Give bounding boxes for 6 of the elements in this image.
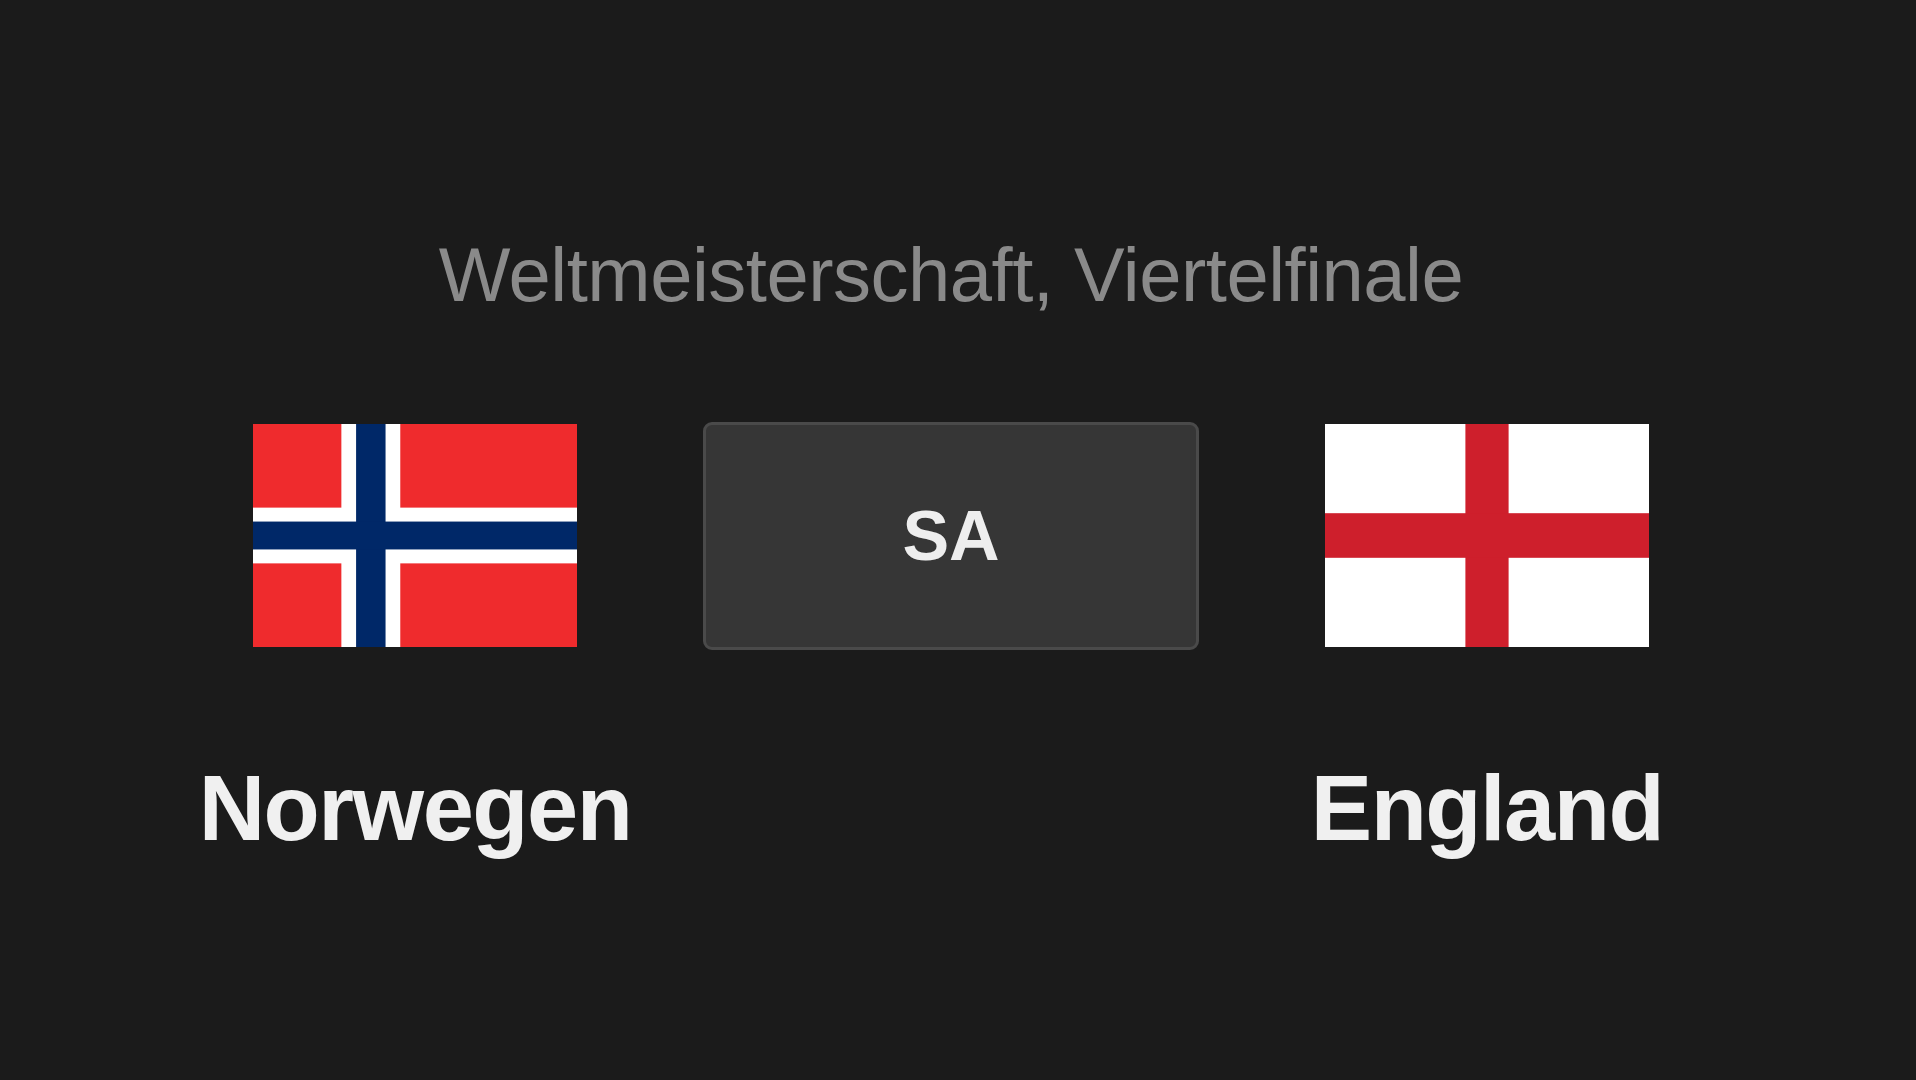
english-flag-icon — [1325, 424, 1649, 648]
team-name: Norwegen — [198, 758, 632, 860]
competition-title: Weltmeisterschaft, Viertelfinale — [438, 231, 1464, 319]
team-name: England — [1310, 758, 1664, 860]
match-status: SA — [703, 422, 1199, 651]
norwegian-flag-icon — [253, 424, 577, 648]
